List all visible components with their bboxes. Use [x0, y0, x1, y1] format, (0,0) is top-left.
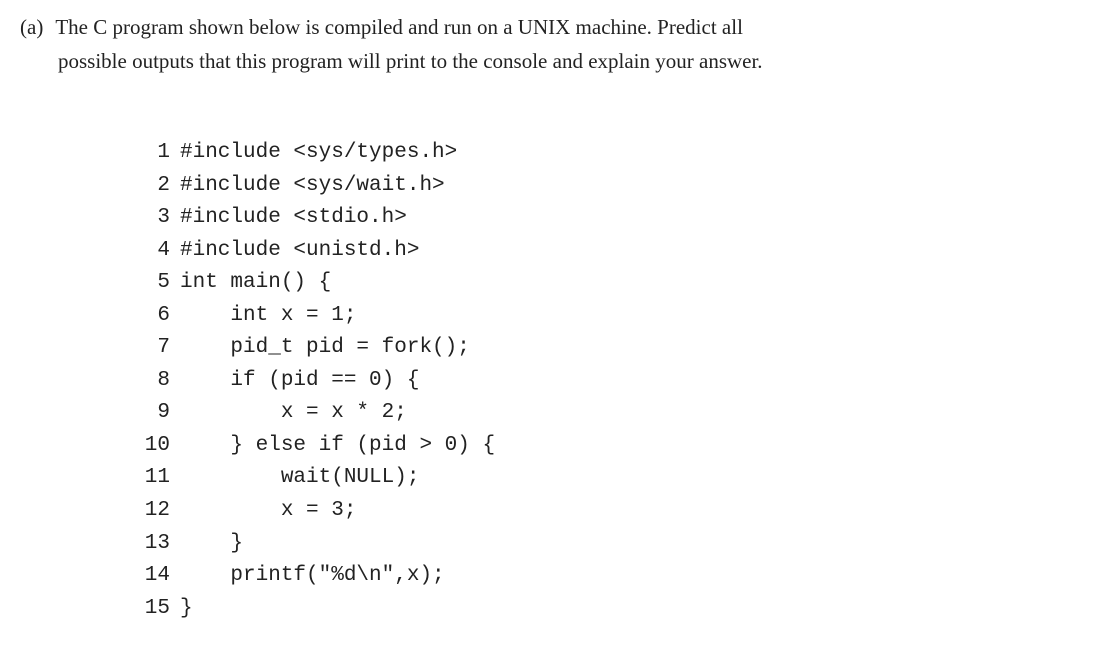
code-line: 5 int main() { [128, 267, 1073, 300]
line-number: 7 [128, 332, 170, 365]
code-text: if (pid == 0) { [180, 365, 419, 398]
code-text: int main() { [180, 267, 331, 300]
code-text: #include <unistd.h> [180, 235, 419, 268]
code-block: 1 #include <sys/types.h> 2 #include <sys… [128, 137, 1073, 625]
code-line: 9 x = x * 2; [128, 397, 1073, 430]
code-text: printf("%d\n",x); [180, 560, 445, 593]
code-text: } [180, 593, 193, 626]
code-text: wait(NULL); [180, 462, 419, 495]
code-line: 6 int x = 1; [128, 300, 1073, 333]
code-text: } else if (pid > 0) { [180, 430, 495, 463]
code-text: pid_t pid = fork(); [180, 332, 470, 365]
code-line: 7 pid_t pid = fork(); [128, 332, 1073, 365]
line-number: 5 [128, 267, 170, 300]
line-number: 11 [128, 462, 170, 495]
line-number: 10 [128, 430, 170, 463]
code-line: 3 #include <stdio.h> [128, 202, 1073, 235]
line-number: 3 [128, 202, 170, 235]
line-number: 6 [128, 300, 170, 333]
code-line: 4 #include <unistd.h> [128, 235, 1073, 268]
line-number: 9 [128, 397, 170, 430]
code-line: 2 #include <sys/wait.h> [128, 170, 1073, 203]
code-text: #include <stdio.h> [180, 202, 407, 235]
question-text-line2: possible outputs that this program will … [20, 46, 1073, 78]
code-line: 10 } else if (pid > 0) { [128, 430, 1073, 463]
line-number: 15 [128, 593, 170, 626]
line-number: 1 [128, 137, 170, 170]
line-number: 8 [128, 365, 170, 398]
code-text: int x = 1; [180, 300, 356, 333]
line-number: 13 [128, 528, 170, 561]
code-text: x = x * 2; [180, 397, 407, 430]
line-number: 4 [128, 235, 170, 268]
line-number: 14 [128, 560, 170, 593]
code-line: 12 x = 3; [128, 495, 1073, 528]
question-label: (a) [20, 15, 43, 39]
code-line: 14 printf("%d\n",x); [128, 560, 1073, 593]
code-text: x = 3; [180, 495, 356, 528]
line-number: 12 [128, 495, 170, 528]
code-line: 8 if (pid == 0) { [128, 365, 1073, 398]
code-line: 15 } [128, 593, 1073, 626]
line-number: 2 [128, 170, 170, 203]
question-block: (a) The C program shown below is compile… [20, 12, 1073, 44]
code-text: #include <sys/types.h> [180, 137, 457, 170]
code-line: 1 #include <sys/types.h> [128, 137, 1073, 170]
question-text-line1: The C program shown below is compiled an… [55, 15, 743, 39]
code-text: #include <sys/wait.h> [180, 170, 445, 203]
code-line: 11 wait(NULL); [128, 462, 1073, 495]
code-line: 13 } [128, 528, 1073, 561]
code-text: } [180, 528, 243, 561]
